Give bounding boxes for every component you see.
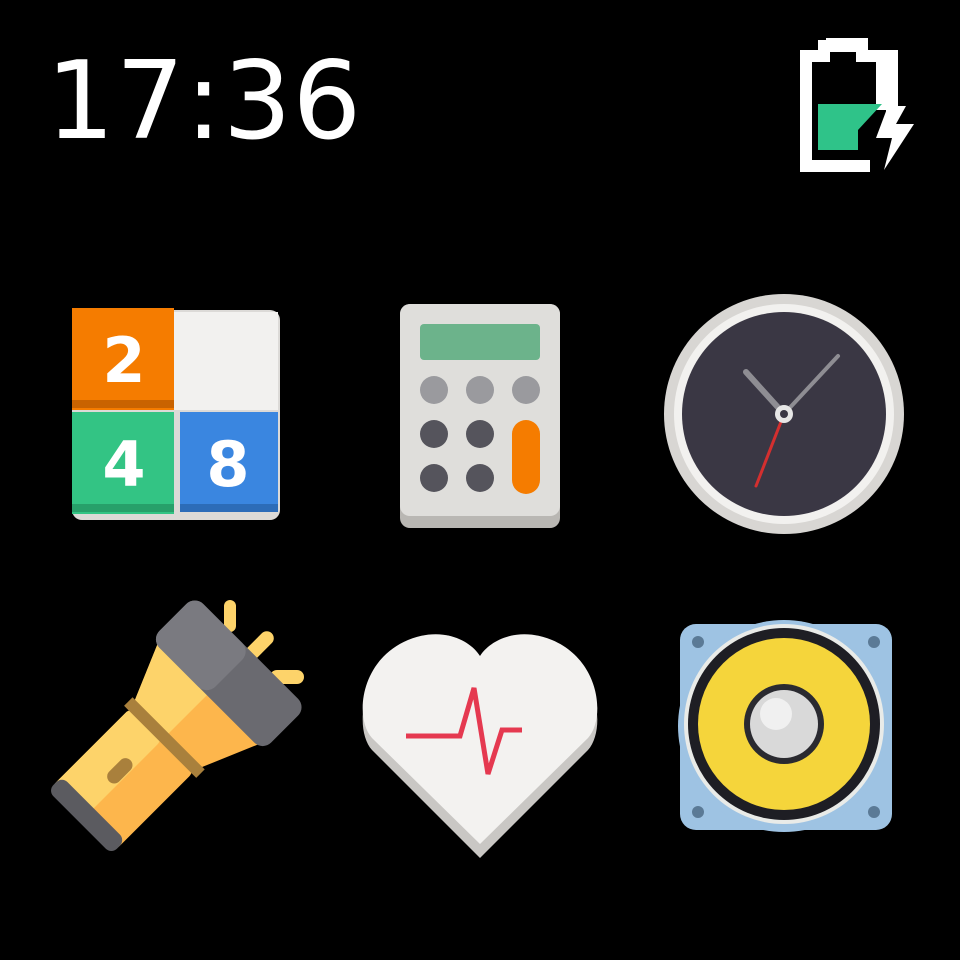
app-calculator[interactable] xyxy=(380,290,580,540)
app-speaker[interactable] xyxy=(668,598,916,846)
app-heart-rate[interactable] xyxy=(356,630,604,860)
analog-clock-icon xyxy=(664,294,904,534)
app-2048[interactable]: 2 4 8 xyxy=(58,296,294,532)
2048-tiles-icon: 2 4 8 xyxy=(72,308,280,520)
tile-value: 4 xyxy=(102,428,145,501)
app-flashlight[interactable] xyxy=(40,592,310,862)
tile-value: 8 xyxy=(206,428,249,501)
app-clock[interactable] xyxy=(660,290,910,540)
calculator-icon xyxy=(400,304,560,528)
flashlight-icon xyxy=(51,600,304,851)
heart-pulse-icon xyxy=(362,634,598,858)
speaker-icon xyxy=(678,620,892,832)
tile-value: 2 xyxy=(102,324,145,397)
app-grid: 2 4 8 xyxy=(0,0,960,960)
